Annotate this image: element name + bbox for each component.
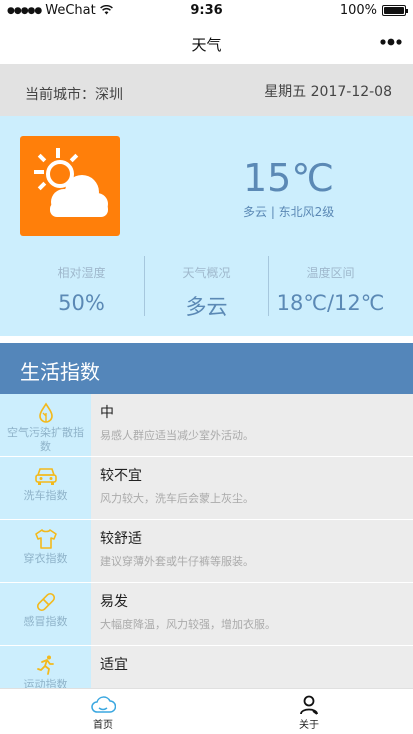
life-item-level: 中 — [100, 405, 114, 421]
city-bar: 当前城市：深圳 星期五 2017-12-08 — [0, 64, 413, 116]
cloud-home-icon — [91, 696, 116, 713]
list-item[interactable]: 感冒指数 易发 大幅度降温，风力较强，增加衣服。 — [0, 583, 413, 646]
life-item-left: 空气污染扩散指数 — [0, 394, 91, 456]
life-item-right: 较舒适 建议穿薄外套或牛仔裤等服装。 — [91, 520, 413, 582]
life-item-level: 较舒适 — [100, 531, 142, 547]
life-item-name: 洗车指数 — [23, 489, 68, 502]
person-icon — [300, 695, 318, 715]
list-item[interactable]: 穿衣指数 较舒适 建议穿薄外套或牛仔裤等服装。 — [0, 520, 413, 583]
weather-stats: 相对湿度 50% 天气概况 多云 温度区间 18℃/12℃ — [0, 254, 413, 319]
current-city: 当前城市：深圳 — [25, 87, 123, 103]
tab-label: 首页 — [93, 720, 113, 731]
tab-about[interactable]: 关于 — [206, 689, 412, 734]
battery-icon — [382, 5, 408, 16]
leaf-drop-icon — [38, 402, 53, 423]
tab-bar: 首页 关于 — [0, 688, 413, 734]
life-item-desc: 建议穿薄外套或牛仔裤等服装。 — [100, 555, 254, 568]
weather-description: 多云 | 东北风2级 — [243, 205, 335, 219]
current-temperature: 15℃ — [243, 156, 335, 200]
stat-value: 多云 — [185, 295, 228, 319]
life-item-left: 感冒指数 — [0, 583, 91, 645]
stat-label: 相对湿度 — [57, 266, 106, 280]
list-item[interactable]: 空气污染扩散指数 中 易感人群应适当减少室外活动。 — [0, 394, 413, 457]
life-item-right: 较不宜 风力较大，洗车后会蒙上灰尘。 — [91, 457, 413, 519]
life-item-name: 空气污染扩散指数 — [7, 426, 84, 453]
stat-overview: 天气概况 多云 — [144, 254, 269, 319]
tab-label: 关于 — [299, 720, 319, 731]
life-item-left: 洗车指数 — [0, 457, 91, 519]
nav-bar: 天气 — [0, 22, 413, 64]
life-item-right: 易发 大幅度降温，风力较强，增加衣服。 — [91, 583, 413, 645]
life-item-name: 感冒指数 — [23, 615, 68, 628]
stat-humidity: 相对湿度 50% — [19, 254, 144, 316]
status-bar: ●●●●● WeChat 9:36 100% — [0, 0, 413, 22]
stat-temp-range: 温度区间 18℃/12℃ — [268, 254, 393, 316]
car-icon — [34, 468, 57, 485]
weather-page: ●●●●● WeChat 9:36 100% 天气 当前城市：深圳 星期五 20… — [0, 0, 413, 734]
life-index-title: 生活指数 — [20, 360, 100, 384]
page-title: 天气 — [191, 36, 222, 54]
life-item-level: 易发 — [100, 594, 128, 610]
life-item-left: 穿衣指数 — [0, 520, 91, 582]
stat-label: 温度区间 — [306, 266, 355, 280]
runner-icon — [36, 655, 54, 675]
more-dots-icon[interactable] — [379, 32, 403, 57]
stat-value: 18℃/12℃ — [276, 291, 385, 315]
pill-icon — [36, 592, 55, 612]
list-item[interactable]: 洗车指数 较不宜 风力较大，洗车后会蒙上灰尘。 — [0, 457, 413, 520]
tab-home[interactable]: 首页 — [0, 689, 206, 734]
partly-cloudy-icon — [20, 136, 120, 236]
life-item-right: 中 易感人群应适当减少室外活动。 — [91, 394, 413, 456]
stat-value: 50% — [58, 291, 105, 315]
life-item-desc: 风力较大，洗车后会蒙上灰尘。 — [100, 492, 254, 505]
life-item-level: 适宜 — [100, 657, 128, 673]
life-item-level: 较不宜 — [100, 468, 142, 484]
life-item-desc: 易感人群应适当减少室外活动。 — [100, 429, 254, 442]
shirt-icon — [34, 529, 57, 549]
stat-label: 天气概况 — [182, 266, 231, 280]
life-index-header: 生活指数 — [0, 343, 413, 394]
life-item-name: 穿衣指数 — [23, 552, 68, 565]
life-item-desc: 大幅度降温，风力较强，增加衣服。 — [100, 618, 276, 631]
battery-percent: 100% — [339, 3, 377, 18]
current-date: 星期五 2017-12-08 — [264, 84, 392, 100]
weather-card: 15℃ 多云 | 东北风2级 相对湿度 50% 天气概况 多云 温度区间 18℃… — [0, 116, 413, 336]
status-right: 100% — [339, 3, 408, 18]
